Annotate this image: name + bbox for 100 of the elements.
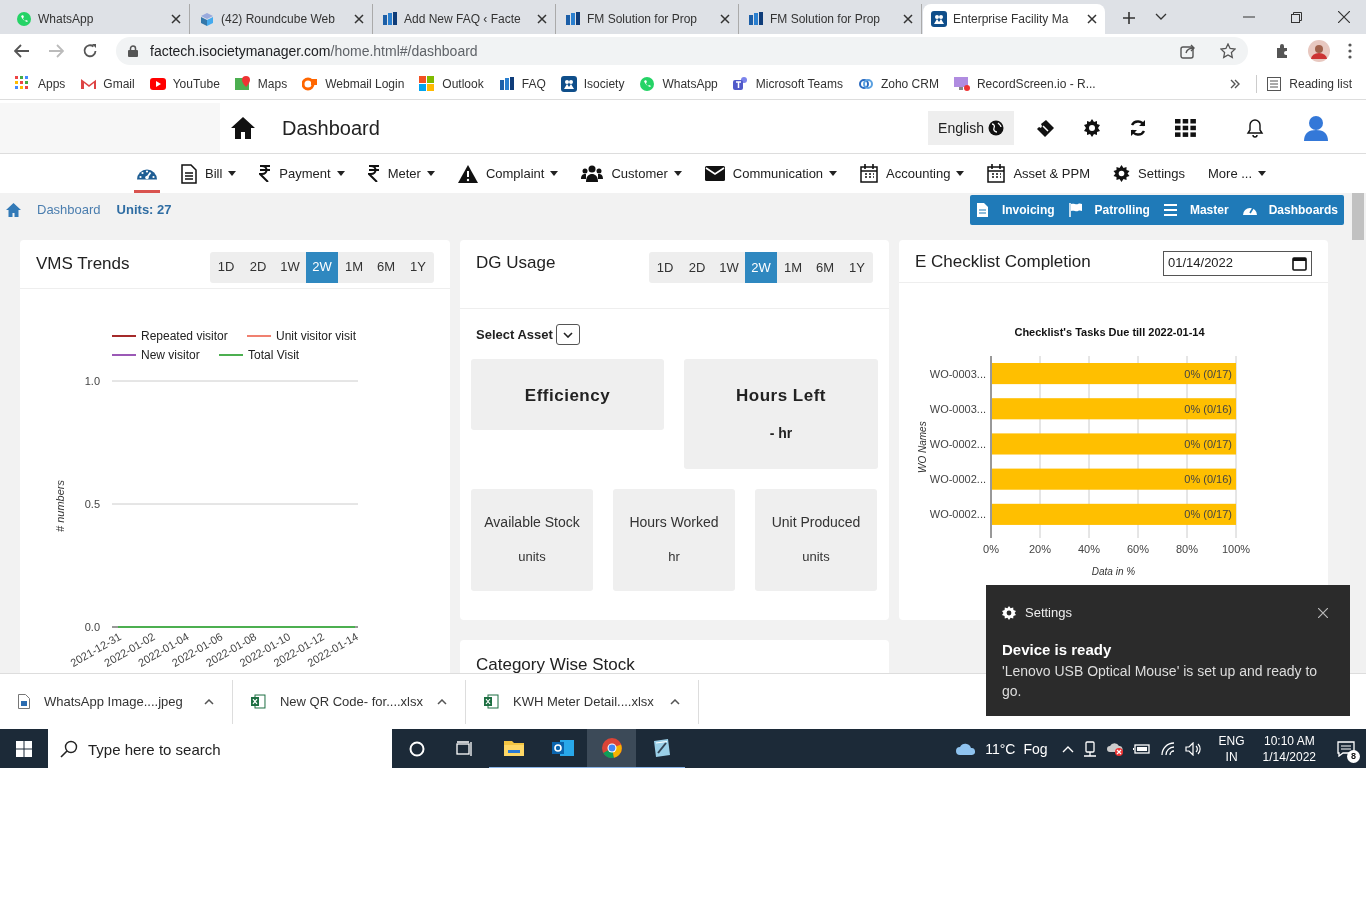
bookmark[interactable]: RecordScreen.io - R... <box>953 74 1096 93</box>
home-icon[interactable] <box>230 116 256 140</box>
calendar-icon[interactable] <box>1292 255 1307 271</box>
apps-grid-icon[interactable] <box>1175 119 1196 137</box>
new-tab-icon[interactable] <box>1122 11 1136 25</box>
quick-link-button[interactable]: Dashboards <box>1242 194 1338 225</box>
range-button[interactable]: 1M <box>338 251 370 283</box>
tab-search-icon[interactable] <box>1155 13 1167 21</box>
nav-item[interactable]: More ... <box>1206 154 1269 193</box>
clock[interactable]: 10:10 AM 1/14/2022 <box>1262 733 1316 765</box>
bookmark[interactable]: Microsoft Teams <box>732 74 843 93</box>
battery-icon[interactable] <box>1132 743 1151 755</box>
range-button[interactable]: 1D <box>649 252 681 283</box>
language-button[interactable]: English <box>928 111 1014 145</box>
bookmark[interactable]: Gmail <box>80 74 135 93</box>
cloud-icon <box>955 742 978 756</box>
bookmark[interactable]: YouTube <box>149 74 220 93</box>
breadcrumb-link[interactable]: Dashboard <box>37 199 101 220</box>
range-button[interactable]: 1M <box>777 252 809 283</box>
bookmark[interactable]: Webmail Login <box>302 74 405 93</box>
range-button[interactable]: 1W <box>713 252 745 283</box>
warning-icon <box>457 164 478 183</box>
range-button[interactable]: 1W <box>274 251 306 283</box>
download-item[interactable]: New QR Code- for....xlsx <box>233 679 466 724</box>
reload-icon[interactable] <box>82 43 98 59</box>
nav-item[interactable]: Customer <box>579 154 684 193</box>
range-button[interactable]: 6M <box>809 252 841 283</box>
device-icon[interactable] <box>1082 741 1097 757</box>
nav-item[interactable]: Meter <box>365 154 437 193</box>
close-icon[interactable] <box>537 14 547 24</box>
address-bar[interactable]: factech.isocietymanager.com/home.html#/dashboard <box>116 37 1248 65</box>
nav-item[interactable]: Asset & PPM <box>985 154 1092 193</box>
close-icon[interactable] <box>720 14 730 24</box>
bookmark[interactable]: Maps <box>234 74 288 93</box>
quick-link-button[interactable]: Invoicing <box>975 194 1055 225</box>
speaker-icon[interactable] <box>1184 742 1203 756</box>
nav-item[interactable]: Bill <box>179 154 239 193</box>
back-icon[interactable] <box>14 44 30 58</box>
download-item[interactable]: KWH Meter Detail....xlsx <box>466 679 699 724</box>
chart-title: Checklist's Tasks Due till 2022-01-14 <box>1014 326 1205 338</box>
taskbar-app[interactable] <box>587 729 636 768</box>
field-label: Select Asset <box>476 325 553 344</box>
bookmark[interactable]: Apps <box>15 74 66 93</box>
quick-link-button[interactable]: Master <box>1163 194 1229 225</box>
chevron-up-icon <box>437 698 447 705</box>
range-button[interactable]: 2D <box>681 252 713 283</box>
axis-title: # numbers <box>54 480 66 532</box>
settings-icon[interactable] <box>1083 119 1101 137</box>
browser-tab[interactable]: Enterprise Facility Ma <box>923 4 1105 34</box>
close-icon[interactable] <box>354 14 364 24</box>
close-icon[interactable] <box>1318 607 1328 618</box>
search-field[interactable]: Type here to search <box>48 729 392 768</box>
bookmark[interactable]: Isociety <box>560 74 625 93</box>
close-icon[interactable] <box>171 14 181 24</box>
download-item[interactable]: WhatsApp Image....jpeg <box>0 679 233 724</box>
nav-item[interactable]: Communication <box>702 154 840 193</box>
nav-item[interactable]: Complaint <box>455 154 561 193</box>
close-icon[interactable] <box>1087 14 1097 24</box>
card-title: DG Usage <box>476 252 556 274</box>
range-button[interactable]: 6M <box>370 251 402 283</box>
range-button[interactable]: 1D <box>210 251 242 283</box>
cpanel-icon <box>302 75 319 92</box>
bell-icon[interactable] <box>1246 118 1264 138</box>
bookmark[interactable]: FAQ <box>498 74 546 93</box>
tile-value: units <box>518 548 546 566</box>
card-title: E Checklist Completion <box>915 250 1091 273</box>
range-button[interactable]: 1Y <box>841 252 873 283</box>
more-bookmarks-icon[interactable] <box>1230 78 1241 89</box>
cloud-error-icon[interactable] <box>1105 741 1124 757</box>
close-icon[interactable] <box>1338 11 1350 23</box>
language-indicator[interactable]: ENG IN <box>1218 733 1245 765</box>
star-icon[interactable] <box>1220 43 1236 59</box>
nav-item[interactable]: Settings <box>1111 154 1187 193</box>
extensions-icon[interactable] <box>1274 43 1290 59</box>
quick-link-button[interactable]: Patrolling <box>1068 194 1150 225</box>
range-button[interactable]: 1Y <box>402 251 434 283</box>
ticket-icon[interactable] <box>1036 118 1055 138</box>
restore-icon[interactable] <box>1291 11 1302 23</box>
avatar-icon[interactable] <box>1308 40 1330 62</box>
range-button[interactable]: 2W <box>306 251 338 283</box>
nav-item[interactable]: Payment <box>257 154 347 193</box>
nav-item[interactable]: Accounting <box>858 154 967 193</box>
notifications-button[interactable]: 8 <box>1326 729 1366 768</box>
bookmark[interactable]: Outlook <box>419 74 484 93</box>
bookmark[interactable]: WhatsApp <box>639 74 718 93</box>
menu-icon[interactable] <box>1348 43 1352 59</box>
date-field[interactable]: 01/14/2022 <box>1163 250 1312 276</box>
asset-select[interactable] <box>555 324 580 345</box>
bookmark[interactable]: Zoho CRM <box>857 74 939 93</box>
refresh-icon[interactable] <box>1129 119 1147 137</box>
data-label: 0% (0/16) <box>1184 402 1232 415</box>
close-icon[interactable] <box>903 14 913 24</box>
wifi-icon[interactable] <box>1159 742 1176 756</box>
reading-list-button[interactable]: Reading list <box>1256 74 1352 93</box>
people-icon <box>931 11 947 27</box>
share-icon[interactable] <box>1180 43 1196 59</box>
chevron-up-icon[interactable] <box>1061 745 1074 753</box>
user-avatar-icon[interactable] <box>1304 115 1328 141</box>
range-button[interactable]: 2W <box>745 252 777 283</box>
range-button[interactable]: 2D <box>242 251 274 283</box>
